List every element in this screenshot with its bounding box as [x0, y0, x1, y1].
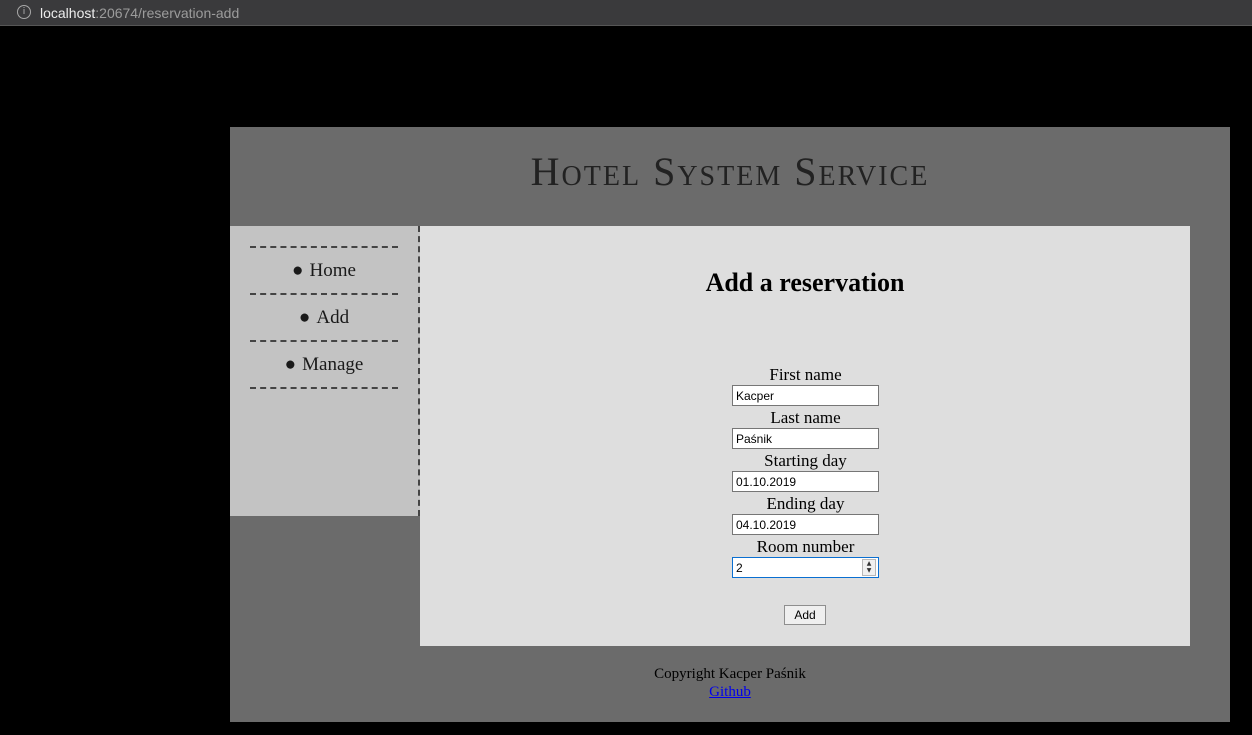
- last-name-label: Last name: [770, 408, 841, 427]
- sidebar-nav: ● Home ● Add ● Manage: [250, 246, 398, 389]
- url-text[interactable]: localhost:20674/reservation-add: [40, 4, 239, 22]
- page-title: Add a reservation: [705, 268, 905, 297]
- site-title: Hotel System Service: [530, 149, 930, 194]
- sidebar-item-manage[interactable]: ● Manage: [250, 342, 398, 389]
- bullet-icon: ●: [298, 307, 311, 328]
- starting-day-label: Starting day: [764, 451, 847, 470]
- starting-day-input[interactable]: [732, 471, 879, 492]
- browser-address-bar[interactable]: i localhost:20674/reservation-add: [0, 0, 1252, 26]
- last-name-input[interactable]: [732, 428, 879, 449]
- sidebar-item-label: Manage: [302, 354, 364, 375]
- copyright-text: Copyright Kacper Paśnik: [654, 666, 806, 682]
- info-icon[interactable]: i: [17, 5, 31, 19]
- room-number-wrapper: ▲ ▼: [732, 557, 879, 578]
- stepper-up-icon[interactable]: ▲: [863, 560, 875, 567]
- github-link[interactable]: Github: [709, 684, 751, 700]
- footer: Copyright Kacper Paśnik Github: [420, 665, 1040, 701]
- bullet-icon: ●: [284, 354, 297, 375]
- first-name-label: First name: [769, 365, 842, 384]
- ending-day-input[interactable]: [732, 514, 879, 535]
- room-number-input[interactable]: [732, 557, 879, 578]
- add-button[interactable]: Add: [784, 605, 826, 625]
- sidebar: ● Home ● Add ● Manage: [230, 226, 420, 516]
- sidebar-item-add[interactable]: ● Add: [250, 295, 398, 342]
- room-number-stepper[interactable]: ▲ ▼: [862, 559, 876, 576]
- sidebar-item-label: Home: [309, 260, 356, 281]
- url-path: :20674/reservation-add: [95, 5, 240, 21]
- first-name-input[interactable]: [732, 385, 879, 406]
- sidebar-item-label: Add: [316, 307, 350, 328]
- room-number-label: Room number: [756, 537, 855, 556]
- bullet-icon: ●: [292, 260, 304, 281]
- ending-day-label: Ending day: [766, 494, 845, 513]
- main-content: Add a reservation First name Last name S…: [420, 226, 1190, 646]
- site-container: Hotel System Service ● Home ● Add ● Manage …: [230, 127, 1230, 722]
- sidebar-item-home[interactable]: ● Home: [250, 248, 398, 295]
- reservation-form: First name Last name Starting day Ending…: [732, 365, 879, 580]
- url-host: localhost: [40, 5, 96, 21]
- stepper-down-icon[interactable]: ▼: [863, 567, 875, 574]
